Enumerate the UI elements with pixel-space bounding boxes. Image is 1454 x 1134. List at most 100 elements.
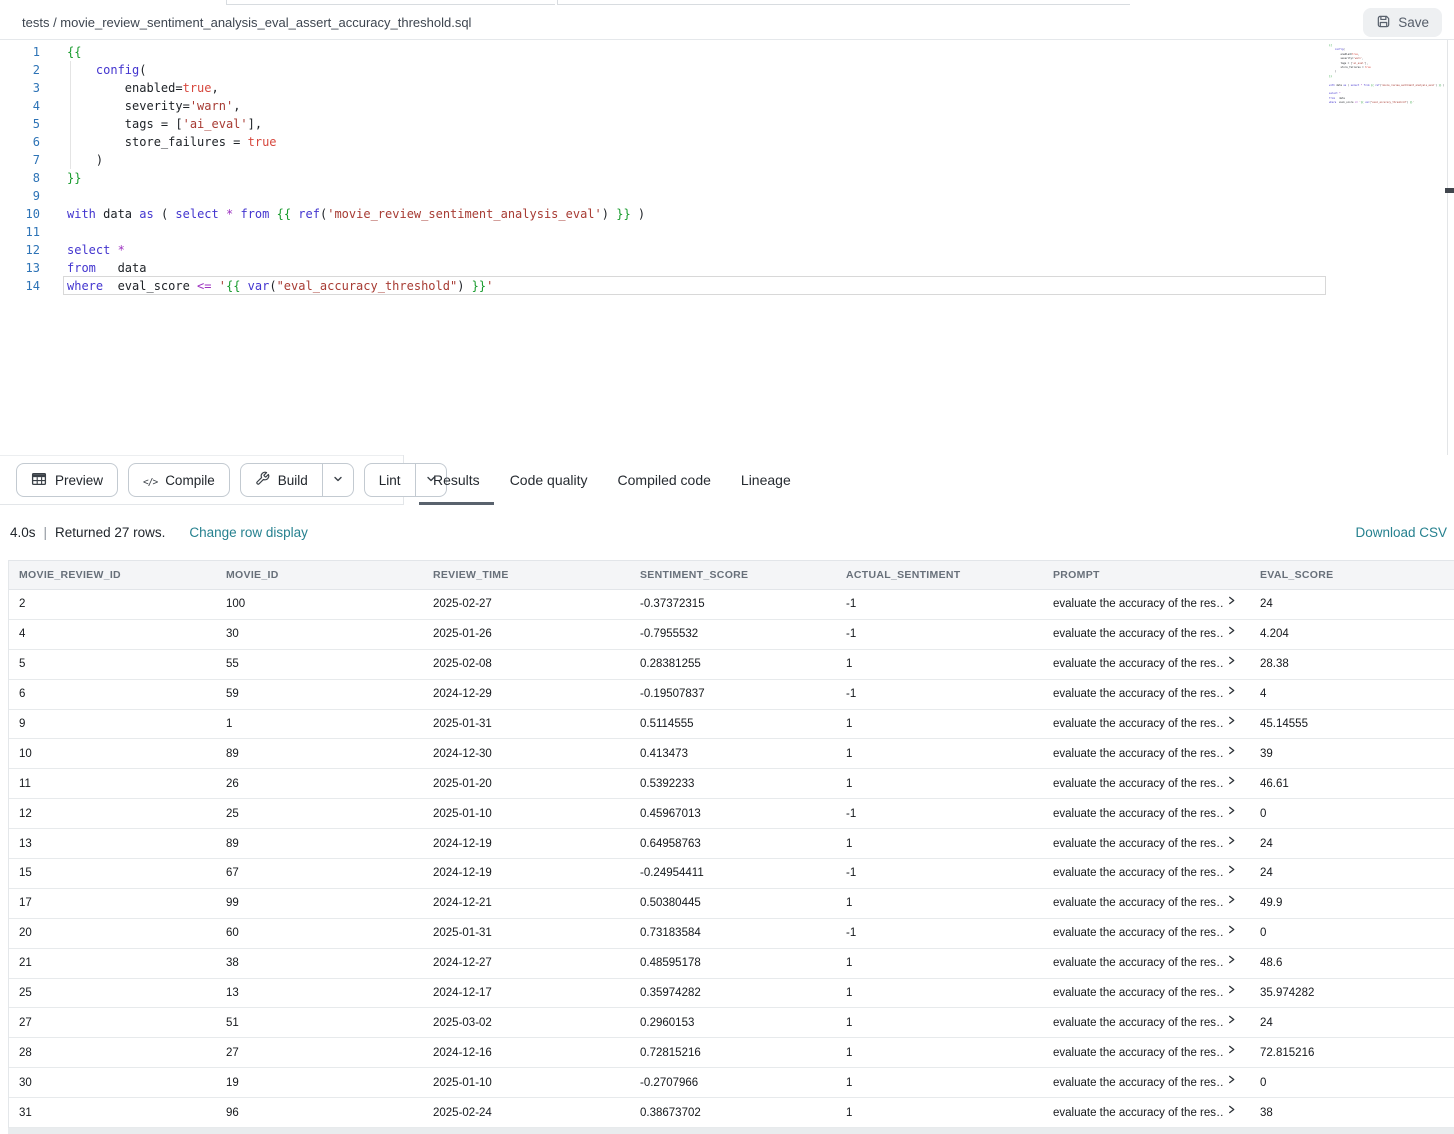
tab-compiled-code[interactable]: Compiled code bbox=[618, 455, 711, 505]
lint-button-label: Lint bbox=[379, 473, 401, 488]
prompt-cell: evaluate the accuracy of the res… bbox=[1053, 925, 1236, 941]
expand-prompt-icon[interactable] bbox=[1227, 836, 1236, 845]
cell-movie_review_id: 5 bbox=[9, 650, 216, 679]
cell-movie_id: 60 bbox=[216, 919, 423, 948]
table-row: 12252025-01-100.45967013-1evaluate the a… bbox=[9, 799, 1454, 829]
preview-button-main[interactable]: Preview bbox=[17, 464, 117, 496]
prompt-text: evaluate the accuracy of the res… bbox=[1053, 1017, 1223, 1029]
code-line: 6 store_failures = true bbox=[0, 133, 1326, 151]
line-number: 3 bbox=[0, 79, 40, 97]
expand-prompt-icon[interactable] bbox=[1227, 806, 1236, 815]
cell-sentiment_score: 0.73183584 bbox=[630, 919, 836, 948]
editor-code[interactable]: 1{{2 config(3 enabled=true,4 severity='w… bbox=[0, 43, 1326, 295]
cell-movie_review_id: 12 bbox=[9, 799, 216, 828]
expand-prompt-icon[interactable] bbox=[1227, 1045, 1236, 1054]
prompt-text: evaluate the accuracy of the res… bbox=[1053, 748, 1223, 760]
code-line: 2 config( bbox=[0, 61, 1326, 79]
tab-results[interactable]: Results bbox=[433, 455, 480, 505]
cell-movie_review_id: 27 bbox=[9, 1008, 216, 1037]
cell-eval_score: 38 bbox=[1250, 1098, 1454, 1127]
tab-edge-separator bbox=[557, 0, 558, 5]
prompt-cell: evaluate the accuracy of the res… bbox=[1053, 626, 1236, 642]
table-row: 912025-01-310.51145551evaluate the accur… bbox=[9, 710, 1454, 740]
preview-button[interactable]: Preview bbox=[16, 463, 118, 497]
cell-movie_id: 25 bbox=[216, 799, 423, 828]
prompt-text: evaluate the accuracy of the res… bbox=[1053, 987, 1223, 999]
compile-button[interactable]: </>Compile bbox=[128, 463, 230, 497]
cell-movie_review_id: 10 bbox=[9, 739, 216, 768]
column-header-movie_review_id: MOVIE_REVIEW_ID bbox=[9, 561, 216, 589]
cell-actual_sentiment: -1 bbox=[836, 859, 1043, 888]
cell-prompt: evaluate the accuracy of the res… bbox=[1043, 650, 1250, 679]
expand-prompt-icon[interactable] bbox=[1227, 1105, 1236, 1114]
cell-eval_score: 28.38 bbox=[1250, 650, 1454, 679]
prompt-text: evaluate the accuracy of the res… bbox=[1053, 778, 1223, 790]
tab-code-quality[interactable]: Code quality bbox=[510, 455, 588, 505]
expand-prompt-icon[interactable] bbox=[1227, 865, 1236, 874]
ide-window: tests / movie_review_sentiment_analysis_… bbox=[0, 0, 1454, 1134]
expand-prompt-icon[interactable] bbox=[1227, 656, 1236, 665]
cell-movie_id: 55 bbox=[216, 650, 423, 679]
lint-button-main[interactable]: Lint bbox=[365, 464, 415, 496]
expand-prompt-icon[interactable] bbox=[1227, 895, 1236, 904]
table-row: 5552025-02-080.283812551evaluate the acc… bbox=[9, 650, 1454, 680]
build-button[interactable]: Build bbox=[240, 463, 354, 497]
line-content: select * bbox=[67, 241, 125, 259]
line-content: from data bbox=[67, 259, 146, 277]
cell-actual_sentiment: 1 bbox=[836, 769, 1043, 798]
prompt-text: evaluate the accuracy of the res… bbox=[1053, 838, 1223, 850]
prompt-text: evaluate the accuracy of the res… bbox=[1053, 957, 1223, 969]
cell-movie_review_id: 4 bbox=[9, 620, 216, 649]
prompt-text: evaluate the accuracy of the res… bbox=[1053, 628, 1223, 640]
cell-review_time: 2025-01-31 bbox=[423, 919, 630, 948]
cell-actual_sentiment: 1 bbox=[836, 829, 1043, 858]
expand-prompt-icon[interactable] bbox=[1227, 776, 1236, 785]
download-csv-link[interactable]: Download CSV bbox=[1355, 525, 1447, 540]
line-content: severity='warn', bbox=[67, 97, 240, 115]
expand-prompt-icon[interactable] bbox=[1227, 596, 1236, 605]
save-button[interactable]: Save bbox=[1363, 8, 1442, 37]
expand-prompt-icon[interactable] bbox=[1227, 1015, 1236, 1024]
table-row: 27512025-03-020.29601531evaluate the acc… bbox=[9, 1008, 1454, 1038]
cell-eval_score: 4 bbox=[1250, 680, 1454, 709]
save-icon bbox=[1376, 14, 1391, 32]
cell-prompt: evaluate the accuracy of the res… bbox=[1043, 1098, 1250, 1127]
editor-minimap[interactable]: {{ config( enabled=true, severity='warn'… bbox=[1329, 44, 1446, 105]
breadcrumb: tests / movie_review_sentiment_analysis_… bbox=[22, 6, 471, 40]
cell-prompt: evaluate the accuracy of the res… bbox=[1043, 979, 1250, 1008]
cell-sentiment_score: -0.19507837 bbox=[630, 680, 836, 709]
cell-eval_score: 49.9 bbox=[1250, 889, 1454, 918]
build-dropdown-toggle[interactable] bbox=[323, 464, 353, 496]
expand-prompt-icon[interactable] bbox=[1227, 746, 1236, 755]
cell-eval_score: 46.61 bbox=[1250, 769, 1454, 798]
expand-prompt-icon[interactable] bbox=[1227, 955, 1236, 964]
cell-prompt: evaluate the accuracy of the res… bbox=[1043, 829, 1250, 858]
prompt-text: evaluate the accuracy of the res… bbox=[1053, 598, 1223, 610]
expand-prompt-icon[interactable] bbox=[1227, 686, 1236, 695]
cell-review_time: 2024-12-27 bbox=[423, 949, 630, 978]
column-header-prompt: PROMPT bbox=[1043, 561, 1250, 589]
horizontal-scrollbar-track[interactable] bbox=[8, 1128, 1454, 1134]
expand-prompt-icon[interactable] bbox=[1227, 985, 1236, 994]
prompt-text: evaluate the accuracy of the res… bbox=[1053, 1077, 1223, 1089]
expand-prompt-icon[interactable] bbox=[1227, 925, 1236, 934]
table-row: 15672024-12-19-0.24954411-1evaluate the … bbox=[9, 859, 1454, 889]
tab-lineage[interactable]: Lineage bbox=[741, 455, 791, 505]
change-row-display-link[interactable]: Change row display bbox=[189, 525, 308, 540]
compile-button-main[interactable]: </>Compile bbox=[129, 464, 229, 496]
cell-review_time: 2024-12-29 bbox=[423, 680, 630, 709]
code-line: 12select * bbox=[0, 241, 1326, 259]
build-button-main[interactable]: Build bbox=[241, 464, 322, 496]
cell-eval_score: 35.974282 bbox=[1250, 979, 1454, 1008]
expand-prompt-icon[interactable] bbox=[1227, 1075, 1236, 1084]
prompt-text: evaluate the accuracy of the res… bbox=[1053, 808, 1223, 820]
cell-movie_review_id: 2 bbox=[9, 590, 216, 619]
line-number: 11 bbox=[0, 223, 40, 241]
code-line: 13from data bbox=[0, 259, 1326, 277]
expand-prompt-icon[interactable] bbox=[1227, 716, 1236, 725]
expand-prompt-icon[interactable] bbox=[1227, 626, 1236, 635]
editor-scrollbar-thumb[interactable] bbox=[1445, 188, 1454, 193]
code-line: 3 enabled=true, bbox=[0, 79, 1326, 97]
cell-sentiment_score: 0.48595178 bbox=[630, 949, 836, 978]
prompt-cell: evaluate the accuracy of the res… bbox=[1053, 865, 1236, 881]
